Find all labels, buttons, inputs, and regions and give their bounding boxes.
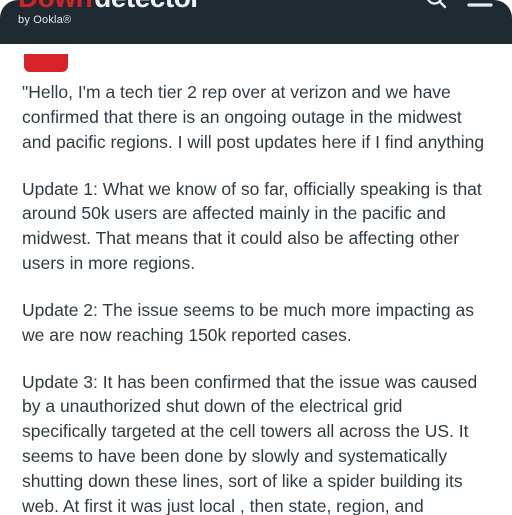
logo-word-down: Down [18,0,92,12]
post-paragraph: Update 1: What we know of so far, offici… [22,177,490,276]
post-paragraph: "Hello, I'm a tech tier 2 rep over at ve… [22,80,490,155]
avatar[interactable] [24,54,68,72]
post-paragraph: Update 3: It has been confirmed that the… [22,370,490,515]
menu-icon[interactable] [466,0,494,10]
logo-word-detector: detector [94,0,200,12]
site-header: Down detector by Ookla® [0,0,512,44]
header-actions [424,0,494,10]
logo-byline: by Ookla® [18,14,201,26]
post-paragraph: Update 2: The issue seems to be much mor… [22,298,490,348]
search-icon[interactable] [424,0,448,10]
brand-block[interactable]: Down detector by Ookla® [18,0,201,26]
site-logo[interactable]: Down detector [18,0,201,12]
post-content: "Hello, I'm a tech tier 2 rep over at ve… [0,44,512,515]
page-root: Down detector by Ookla® "Hell [0,0,512,515]
